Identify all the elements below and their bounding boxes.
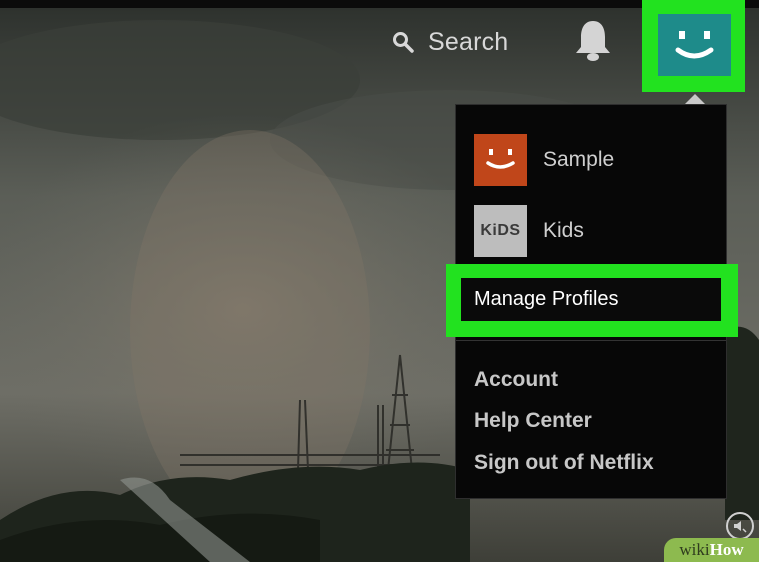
notifications-button[interactable] [571,17,615,63]
menu-divider [456,340,726,341]
wikihow-watermark: wiki How [664,538,759,562]
speaker-icon [734,521,747,533]
manage-profiles-link[interactable]: Manage Profiles [461,278,721,321]
sign-out-link[interactable]: Sign out of Netflix [474,451,654,475]
account-link[interactable]: Account [474,368,558,392]
watermark-how: How [709,540,744,559]
smiley-icon [486,149,515,169]
search-label: Search [428,27,509,56]
watermark-wiki: wiki [679,540,710,559]
help-center-link[interactable]: Help Center [474,409,592,433]
search-button[interactable]: Search [392,24,508,60]
profile-avatar-kids: KiDS [474,205,527,257]
search-icon [392,31,414,53]
profile-avatar-sample [474,134,527,186]
volume-button[interactable] [726,512,754,540]
bell-icon [576,21,610,61]
profile-item-sample[interactable]: Sample [474,134,614,186]
smiley-icon [675,31,714,59]
dropdown-caret [685,94,705,104]
profile-name: Kids [543,219,584,242]
current-profile-avatar[interactable] [658,14,731,76]
kids-logo: KiDS [480,222,521,239]
profile-item-kids[interactable]: KiDS Kids [474,205,584,257]
profile-name: Sample [543,148,615,171]
